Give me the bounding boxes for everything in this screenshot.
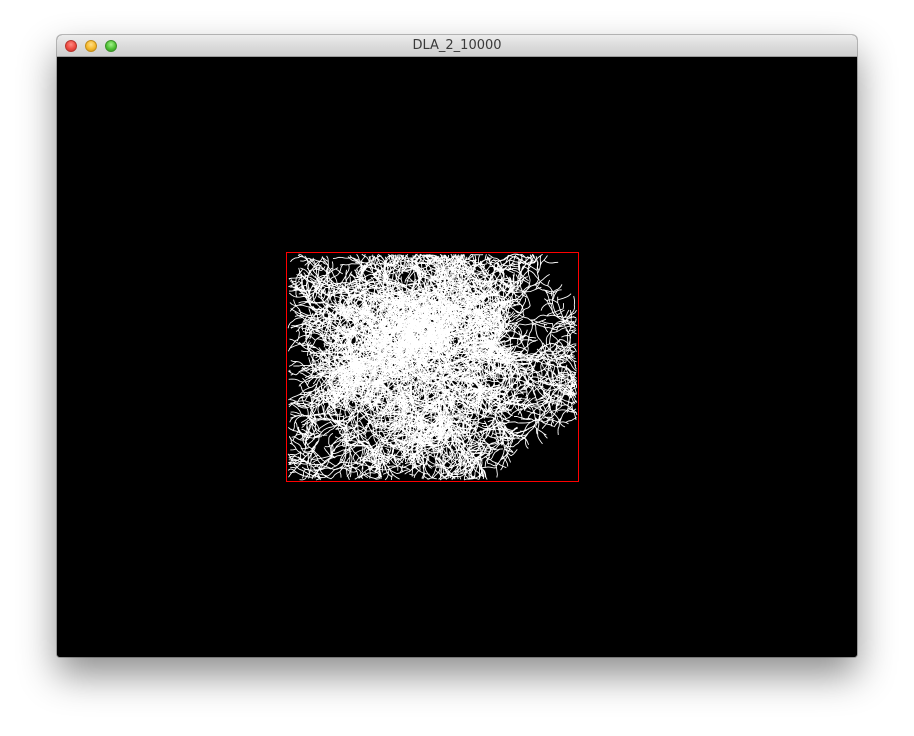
app-window: DLA_2_10000 — [57, 35, 857, 657]
dla-branches — [287, 253, 578, 481]
window-title: DLA_2_10000 — [412, 38, 502, 53]
title-bar[interactable]: DLA_2_10000 — [57, 35, 857, 57]
dla-visualization — [286, 252, 579, 482]
dla-cluster — [287, 253, 578, 481]
simulation-canvas[interactable] — [57, 57, 857, 657]
